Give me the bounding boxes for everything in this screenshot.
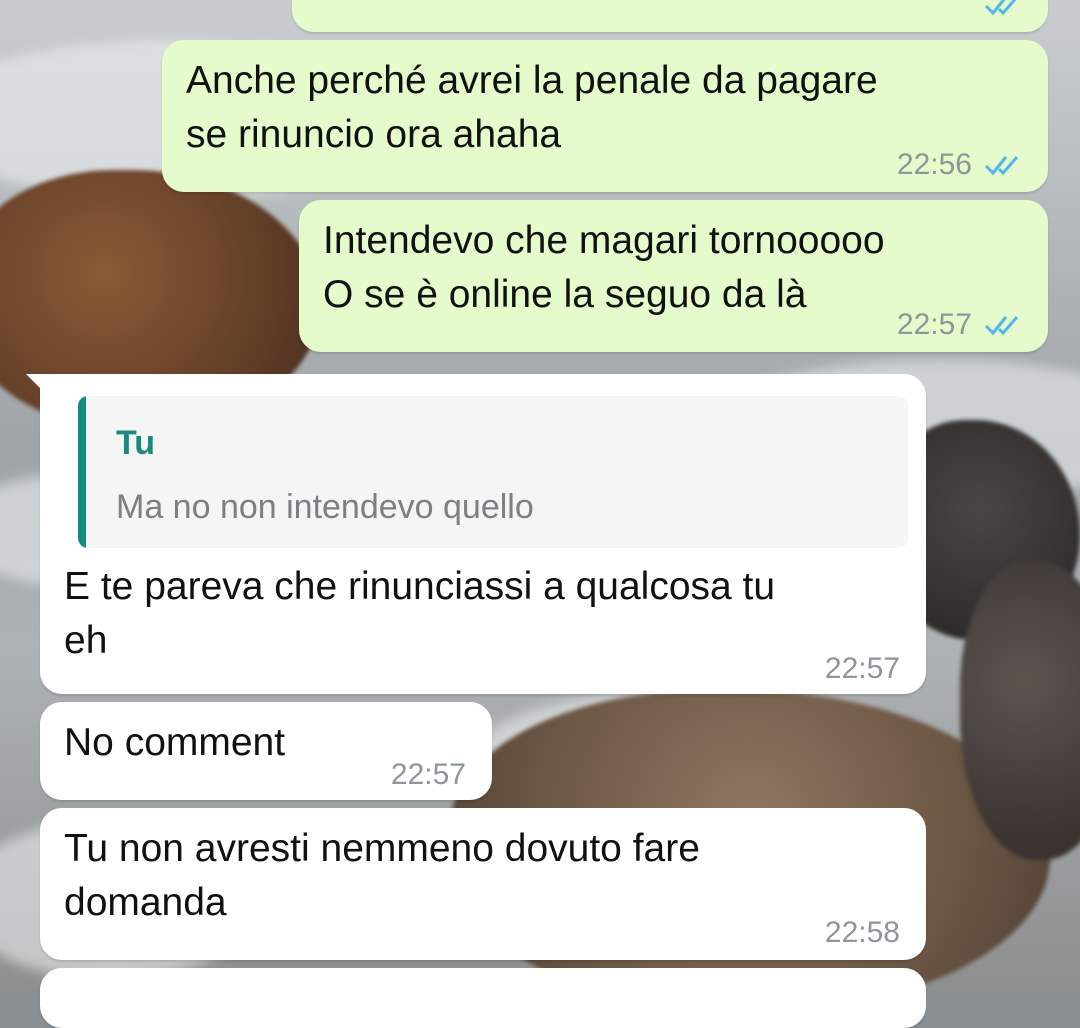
quoted-reply[interactable]: Tu Ma no non intendevo quello (78, 396, 908, 548)
message-outgoing[interactable] (292, 0, 1048, 32)
message-time: 22:57 (390, 758, 466, 791)
double-check-icon (984, 156, 1019, 176)
message-outgoing[interactable]: Intendevo che magari tornooooo O se è on… (299, 200, 1048, 352)
message-time: 22:57 (824, 652, 900, 685)
quote-accent-bar (78, 396, 86, 548)
message-time: 22:56 (896, 148, 972, 181)
message-text: Intendevo che magari tornooooo O se è on… (323, 219, 885, 316)
message-incoming[interactable]: No comment 22:57 (40, 702, 492, 800)
message-incoming[interactable]: Tu non avresti nemmeno dovuto fare doman… (40, 808, 926, 960)
double-check-icon (984, 0, 1017, 16)
message-incoming[interactable]: Tu Ma no non intendevo quello E te parev… (26, 374, 926, 694)
message-outgoing[interactable]: Anche perché avrei la penale da pagare s… (162, 40, 1048, 192)
message-text: Tu non avresti nemmeno dovuto fare doman… (64, 827, 700, 924)
message-time: 22:58 (824, 916, 900, 949)
double-check-icon (984, 316, 1019, 336)
message-time: 22:57 (896, 308, 972, 341)
message-text: No comment (64, 721, 286, 764)
quote-text: Ma no non intendevo quello (116, 488, 534, 526)
message-incoming[interactable] (40, 968, 926, 1028)
quote-author: Tu (116, 424, 156, 462)
message-text: Anche perché avrei la penale da pagare s… (186, 59, 878, 156)
message-text: E te pareva che rinunciassi a qualcosa t… (64, 565, 776, 662)
bubble-tail (26, 374, 52, 400)
